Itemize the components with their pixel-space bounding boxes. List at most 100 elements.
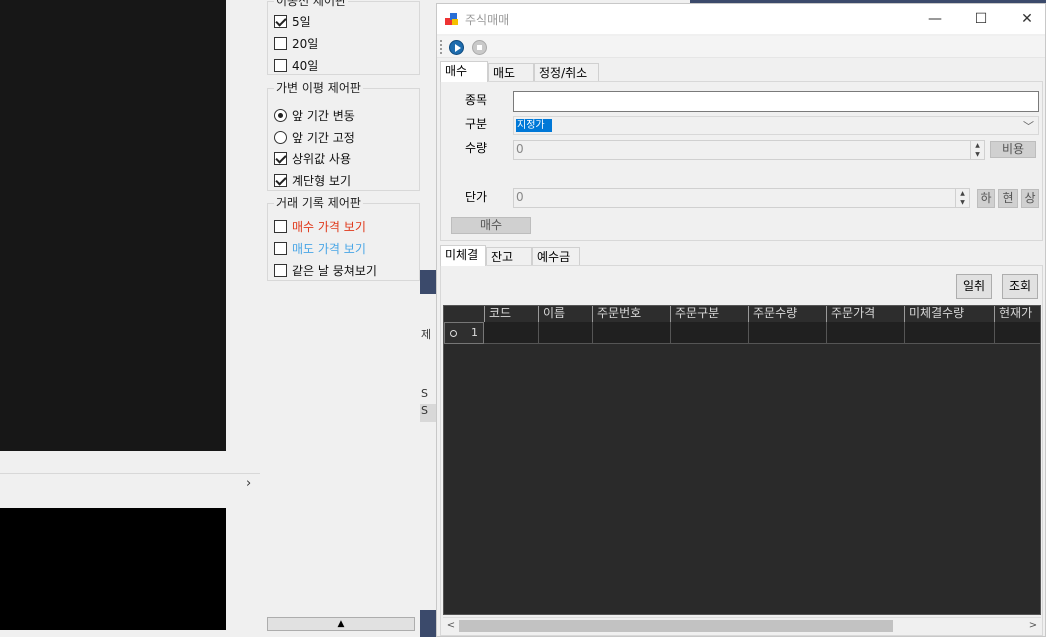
title-bar[interactable]: 주식매매 — ☐ ✕ <box>437 4 1045 34</box>
option-front-fixed[interactable]: 앞 기간 고정 <box>274 129 355 145</box>
option-label: 상위값 사용 <box>292 151 352 166</box>
app-icon <box>445 13 458 25</box>
maximize-button[interactable]: ☐ <box>958 4 1004 34</box>
column-header[interactable]: 미체결수량 <box>904 306 994 322</box>
radio[interactable] <box>274 130 287 144</box>
scroll-thumb[interactable] <box>459 620 893 632</box>
upper-limit-button[interactable]: 상 <box>1021 189 1039 208</box>
column-header[interactable]: 주문수량 <box>748 306 826 322</box>
grid-cell[interactable] <box>538 322 539 344</box>
minimize-button[interactable]: — <box>912 4 958 34</box>
grid-cell[interactable] <box>748 322 749 344</box>
radio[interactable] <box>274 108 287 122</box>
tab-modify-cancel[interactable]: 정정/취소 <box>534 63 599 82</box>
background-text: S <box>420 404 436 422</box>
grid-cell[interactable] <box>592 322 593 344</box>
option-label: 20일 <box>292 36 319 51</box>
trade-record-group: 거래 기록 제어판 매수 가격 보기 매도 가격 보기 같은 날 뭉쳐보기 <box>267 196 420 281</box>
table-row[interactable]: 1 <box>444 322 1040 344</box>
option-label: 앞 기간 변동 <box>292 108 355 123</box>
background-text: S <box>421 387 428 400</box>
price-label: 단가 <box>465 190 488 204</box>
chart-area-top <box>0 0 226 451</box>
orders-grid[interactable]: 코드 이름 주문번호 주문구분 주문수량 주문가격 미체결수량 현재가 1 <box>443 305 1041 615</box>
period-group: 이동선 제어판 5일 20일 40일 <box>267 0 420 75</box>
tab-buy[interactable]: 매수 <box>440 61 488 82</box>
grid-cell[interactable] <box>994 322 995 344</box>
option-label: 매도 가격 보기 <box>292 241 366 256</box>
checkbox[interactable] <box>274 151 287 165</box>
group-title: 가변 이평 제어판 <box>274 81 363 95</box>
grid-header: 코드 이름 주문번호 주문구분 주문수량 주문가격 미체결수량 현재가 <box>444 306 1040 322</box>
current-price-button[interactable]: 현 <box>998 189 1018 208</box>
option-group-same-day[interactable]: 같은 날 뭉쳐보기 <box>274 262 377 278</box>
horizontal-scrollbar[interactable]: < > <box>443 617 1041 634</box>
option-front-vary[interactable]: 앞 기간 변동 <box>274 107 355 123</box>
grid-cell[interactable] <box>904 322 905 344</box>
grid-cell[interactable] <box>670 322 671 344</box>
option-5day[interactable]: 5일 <box>274 13 311 29</box>
stock-label: 종목 <box>465 93 488 107</box>
option-sell-price[interactable]: 매도 가격 보기 <box>274 240 366 256</box>
option-label: 매수 가격 보기 <box>292 219 366 234</box>
tab-sell[interactable]: 매도 <box>488 63 534 82</box>
lower-limit-button[interactable]: 하 <box>977 189 995 208</box>
background-window-band <box>420 610 436 637</box>
price-value: 0 <box>516 190 524 204</box>
chevron-down-icon[interactable]: ﹀ <box>1023 118 1034 134</box>
option-40day[interactable]: 40일 <box>274 57 318 73</box>
option-label: 5일 <box>292 14 311 29</box>
spin-arrows-icon[interactable]: ▲ ▼ <box>955 189 969 207</box>
price-stepper[interactable]: 0 ▲ ▼ <box>513 188 970 208</box>
checkbox[interactable] <box>274 14 287 28</box>
tab-deposit[interactable]: 예수금 <box>532 247 580 266</box>
tab-balance[interactable]: 잔고 <box>486 247 532 266</box>
scroll-right-icon[interactable]: > <box>1027 619 1039 633</box>
scroll-left-icon[interactable]: < <box>445 619 457 633</box>
quantity-stepper[interactable]: 0 ▲ ▼ <box>513 140 985 160</box>
row-header[interactable]: 1 <box>444 322 484 344</box>
column-header[interactable]: 이름 <box>538 306 592 322</box>
cancel-all-button[interactable]: 일취 <box>956 274 992 299</box>
column-header[interactable]: 코드 <box>484 306 538 322</box>
option-upper-value[interactable]: 상위값 사용 <box>274 150 351 166</box>
buy-order-panel: 종목 구분 지정가 ﹀ 수량 0 ▲ ▼ 비용 단가 0 ▲ ▼ 하 현 상 매수 <box>440 81 1043 241</box>
cost-button[interactable]: 비용 <box>990 141 1036 158</box>
checkbox[interactable] <box>274 263 287 277</box>
group-title: 거래 기록 제어판 <box>274 196 363 210</box>
column-header[interactable]: 주문구분 <box>670 306 748 322</box>
quantity-label: 수량 <box>465 141 488 155</box>
checkbox[interactable] <box>274 36 287 50</box>
close-button[interactable]: ✕ <box>1004 4 1046 34</box>
checkbox[interactable] <box>274 219 287 233</box>
window-title: 주식매매 <box>465 13 510 27</box>
toolbar-grip-icon[interactable] <box>440 40 443 54</box>
group-title: 이동선 제어판 <box>274 0 349 8</box>
query-button[interactable]: 조회 <box>1002 274 1038 299</box>
column-header[interactable]: 주문가격 <box>826 306 904 322</box>
submit-buy-button[interactable]: 매수 <box>451 217 531 234</box>
option-20day[interactable]: 20일 <box>274 35 318 51</box>
option-label: 같은 날 뭉쳐보기 <box>292 263 377 278</box>
spin-arrows-icon[interactable]: ▲ ▼ <box>970 141 984 159</box>
checkbox[interactable] <box>274 58 287 72</box>
option-step-view[interactable]: 계단형 보기 <box>274 172 351 188</box>
panel-scroll-button[interactable]: ▲ <box>267 617 415 631</box>
tab-unfilled[interactable]: 미체결 <box>440 245 486 266</box>
background-text: 제 <box>421 328 432 341</box>
checkbox[interactable] <box>274 241 287 255</box>
option-label: 계단형 보기 <box>292 173 352 188</box>
stock-trade-window: 주식매매 — ☐ ✕ 매수 매도 정정/취소 종목 구분 지정가 ﹀ 수량 0 … <box>436 3 1046 637</box>
stock-input[interactable] <box>513 91 1039 112</box>
chevron-right-icon[interactable]: › <box>246 476 251 491</box>
play-icon[interactable] <box>449 40 464 55</box>
grid-cell[interactable] <box>826 322 827 344</box>
column-header[interactable]: 주문번호 <box>592 306 670 322</box>
option-buy-price[interactable]: 매수 가격 보기 <box>274 218 366 234</box>
column-header[interactable]: 현재가 <box>994 306 1040 322</box>
stop-icon[interactable] <box>472 40 487 55</box>
checkbox[interactable] <box>274 173 287 187</box>
order-type-select[interactable]: 지정가 ﹀ <box>513 116 1039 135</box>
chart-area-bottom <box>0 508 226 630</box>
background-window-band <box>420 270 436 294</box>
